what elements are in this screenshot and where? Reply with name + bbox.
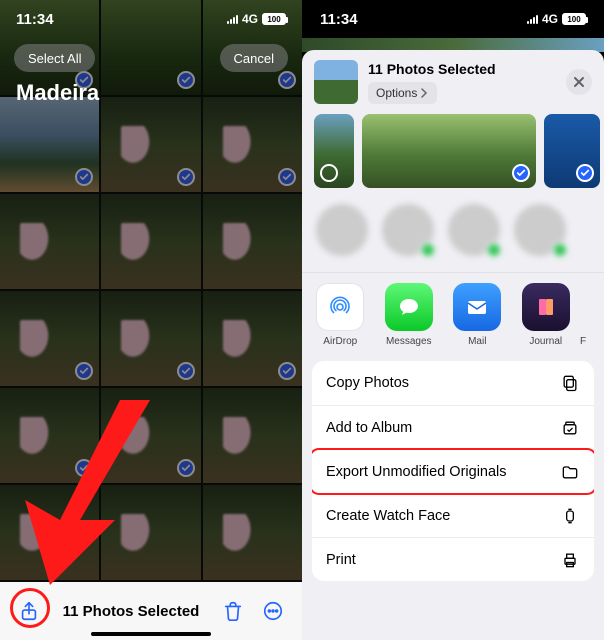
battery-icon: 100 bbox=[262, 13, 286, 25]
share-sheet: 11 Photos Selected Options bbox=[302, 50, 604, 640]
action-create-watch-face[interactable]: Create Watch Face bbox=[312, 493, 594, 537]
folder-icon bbox=[560, 462, 580, 482]
app-label: F bbox=[580, 336, 586, 347]
status-bar: 11:34 4G 100 bbox=[302, 0, 604, 38]
cancel-button[interactable]: Cancel bbox=[220, 44, 288, 72]
messages-icon bbox=[385, 283, 433, 331]
action-export-unmodified[interactable]: Export Unmodified Originals bbox=[312, 449, 594, 493]
home-indicator bbox=[91, 632, 211, 636]
status-dot-icon bbox=[552, 242, 568, 258]
more-button[interactable] bbox=[258, 596, 288, 626]
selection-count: 11 Photos Selected bbox=[44, 603, 218, 620]
contact-avatar[interactable] bbox=[448, 204, 500, 256]
check-icon bbox=[512, 164, 530, 182]
action-add-to-album[interactable]: Add to Album bbox=[312, 405, 594, 449]
app-label: AirDrop bbox=[323, 336, 357, 347]
status-bar: 11:34 4G 100 bbox=[0, 0, 302, 38]
app-more[interactable]: F bbox=[580, 283, 600, 347]
app-label: Mail bbox=[468, 336, 486, 347]
select-all-button[interactable]: Select All bbox=[14, 44, 95, 72]
app-label: Messages bbox=[386, 336, 432, 347]
check-icon bbox=[576, 164, 594, 182]
photo-strip[interactable] bbox=[302, 114, 604, 198]
strip-photo[interactable] bbox=[314, 114, 354, 188]
signal-icon bbox=[527, 14, 538, 24]
action-list: Copy Photos Add to Album Export Unmodifi… bbox=[312, 361, 594, 581]
status-dot-icon bbox=[420, 242, 436, 258]
app-label: Journal bbox=[529, 336, 562, 347]
app-row: AirDrop Messages Mail bbox=[302, 272, 604, 361]
close-button[interactable] bbox=[566, 69, 592, 95]
network-label: 4G bbox=[542, 12, 558, 26]
time: 11:34 bbox=[320, 11, 358, 28]
airdrop-icon bbox=[316, 283, 364, 331]
copy-icon bbox=[560, 373, 580, 393]
share-button[interactable] bbox=[14, 596, 44, 626]
watch-icon bbox=[560, 506, 580, 526]
action-print[interactable]: Print bbox=[312, 537, 594, 581]
contact-avatar[interactable] bbox=[382, 204, 434, 256]
album-icon bbox=[560, 418, 580, 438]
printer-icon bbox=[560, 550, 580, 570]
strip-photo[interactable] bbox=[544, 114, 600, 188]
status-dot-icon bbox=[486, 242, 502, 258]
options-button[interactable]: Options bbox=[368, 82, 437, 104]
contact-avatar[interactable] bbox=[316, 204, 368, 256]
app-messages[interactable]: Messages bbox=[375, 283, 444, 347]
sheet-title: 11 Photos Selected bbox=[368, 61, 556, 77]
left-phone: 11:34 4G 100 Select All Cancel Madeira 1… bbox=[0, 0, 302, 640]
close-icon bbox=[573, 76, 585, 88]
mail-icon bbox=[453, 283, 501, 331]
contact-row bbox=[302, 198, 604, 272]
battery-icon: 100 bbox=[562, 13, 586, 25]
journal-icon bbox=[522, 283, 570, 331]
network-label: 4G bbox=[242, 12, 258, 26]
trash-button[interactable] bbox=[218, 596, 248, 626]
album-title: Madeira bbox=[16, 80, 99, 106]
more-app-icon bbox=[580, 283, 594, 331]
time: 11:34 bbox=[16, 11, 54, 28]
strip-photo[interactable] bbox=[362, 114, 536, 188]
app-journal[interactable]: Journal bbox=[512, 283, 581, 347]
app-mail[interactable]: Mail bbox=[443, 283, 512, 347]
chevron-right-icon bbox=[419, 88, 429, 98]
action-copy-photos[interactable]: Copy Photos bbox=[312, 361, 594, 405]
right-phone: 11:34 4G 100 11 Photos Selected Options bbox=[302, 0, 604, 640]
check-open-icon bbox=[320, 164, 338, 182]
app-airdrop[interactable]: AirDrop bbox=[306, 283, 375, 347]
selection-thumbnail bbox=[314, 60, 358, 104]
contact-avatar[interactable] bbox=[514, 204, 566, 256]
signal-icon bbox=[227, 14, 238, 24]
